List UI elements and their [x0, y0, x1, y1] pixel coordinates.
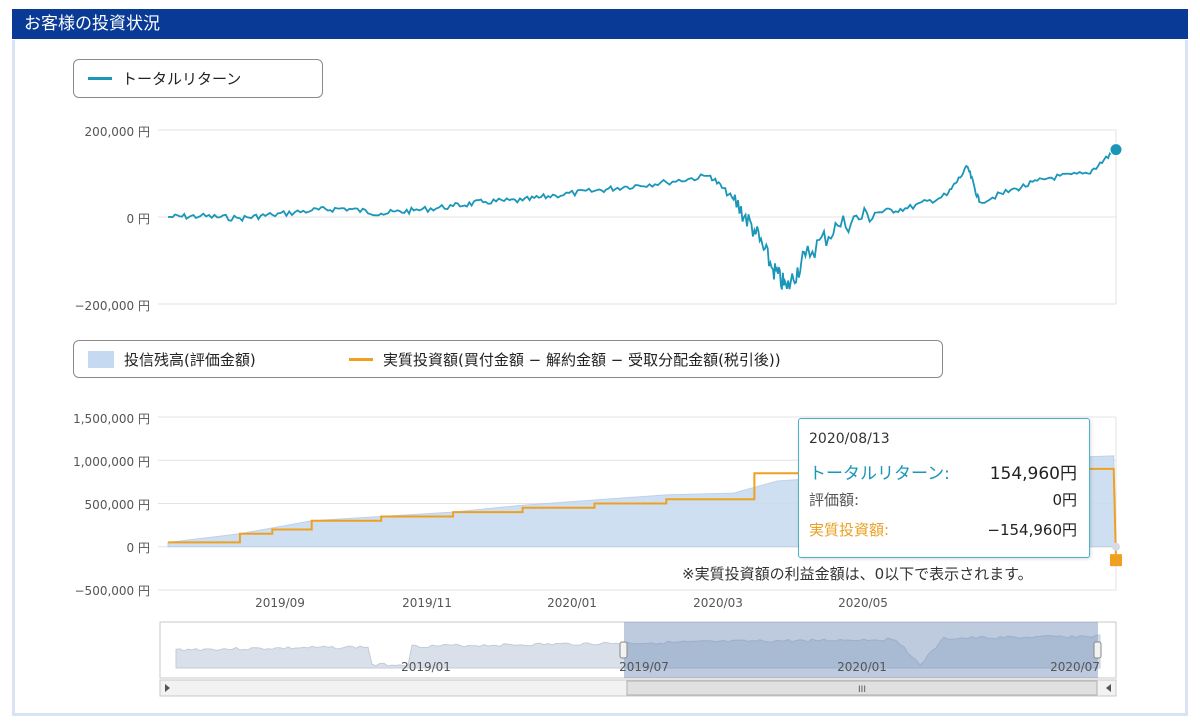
y-tick-label: 500,000 円 — [84, 498, 150, 512]
navigator-label: 2020/01 — [837, 660, 887, 674]
tooltip-investment-value: −154,960円 — [987, 521, 1077, 539]
y-tick-label: −500,000 円 — [74, 584, 151, 598]
investment-end-marker — [1110, 554, 1122, 567]
charts-canvas: III — [158, 129, 1123, 697]
tooltip-valuation-label: 評価額: — [809, 491, 860, 509]
y-tick-label: 0 円 — [126, 212, 150, 226]
x-tick-label: 2020/03 — [693, 596, 743, 610]
total-return-end-marker — [1109, 143, 1123, 157]
x-tick-label: 2020/05 — [838, 596, 888, 610]
y-tick-label: 0 円 — [126, 541, 150, 555]
scrollbar-grip: III — [858, 685, 866, 695]
tooltip-total-return-label: トータルリターン: — [809, 464, 950, 484]
navigator-label: 2019/07 — [619, 660, 669, 674]
navigator-label: 2020/07 — [1050, 660, 1100, 674]
navigator-handle-right — [1093, 641, 1102, 659]
x-tick-label: 2020/01 — [547, 596, 597, 610]
y-tick-label: 200,000 円 — [84, 125, 150, 139]
navigator-handle-left — [619, 641, 628, 659]
hover-tooltip: 2020/08/13 トータルリターン: 154,960円 評価額: 0円 実質… — [798, 418, 1090, 558]
navigator-label: 2019/01 — [401, 660, 451, 674]
y-tick-label: −200,000 円 — [74, 299, 151, 313]
footnote: ※実質投資額の利益金額は、0以下で表示されます。 — [682, 565, 1033, 583]
y-tick-label: 1,000,000 円 — [73, 455, 150, 469]
y-tick-label: 1,500,000 円 — [73, 412, 150, 426]
tooltip-total-return-value: 154,960円 — [989, 464, 1077, 484]
x-tick-label: 2019/09 — [255, 596, 305, 610]
total-return-line — [167, 148, 1117, 290]
tooltip-valuation-value: 0円 — [1052, 491, 1077, 509]
tooltip-date: 2020/08/13 — [809, 431, 890, 447]
balance-end-marker — [1112, 542, 1120, 551]
x-tick-label: 2019/11 — [402, 596, 452, 610]
tooltip-investment-label: 実質投資額: — [809, 521, 890, 539]
